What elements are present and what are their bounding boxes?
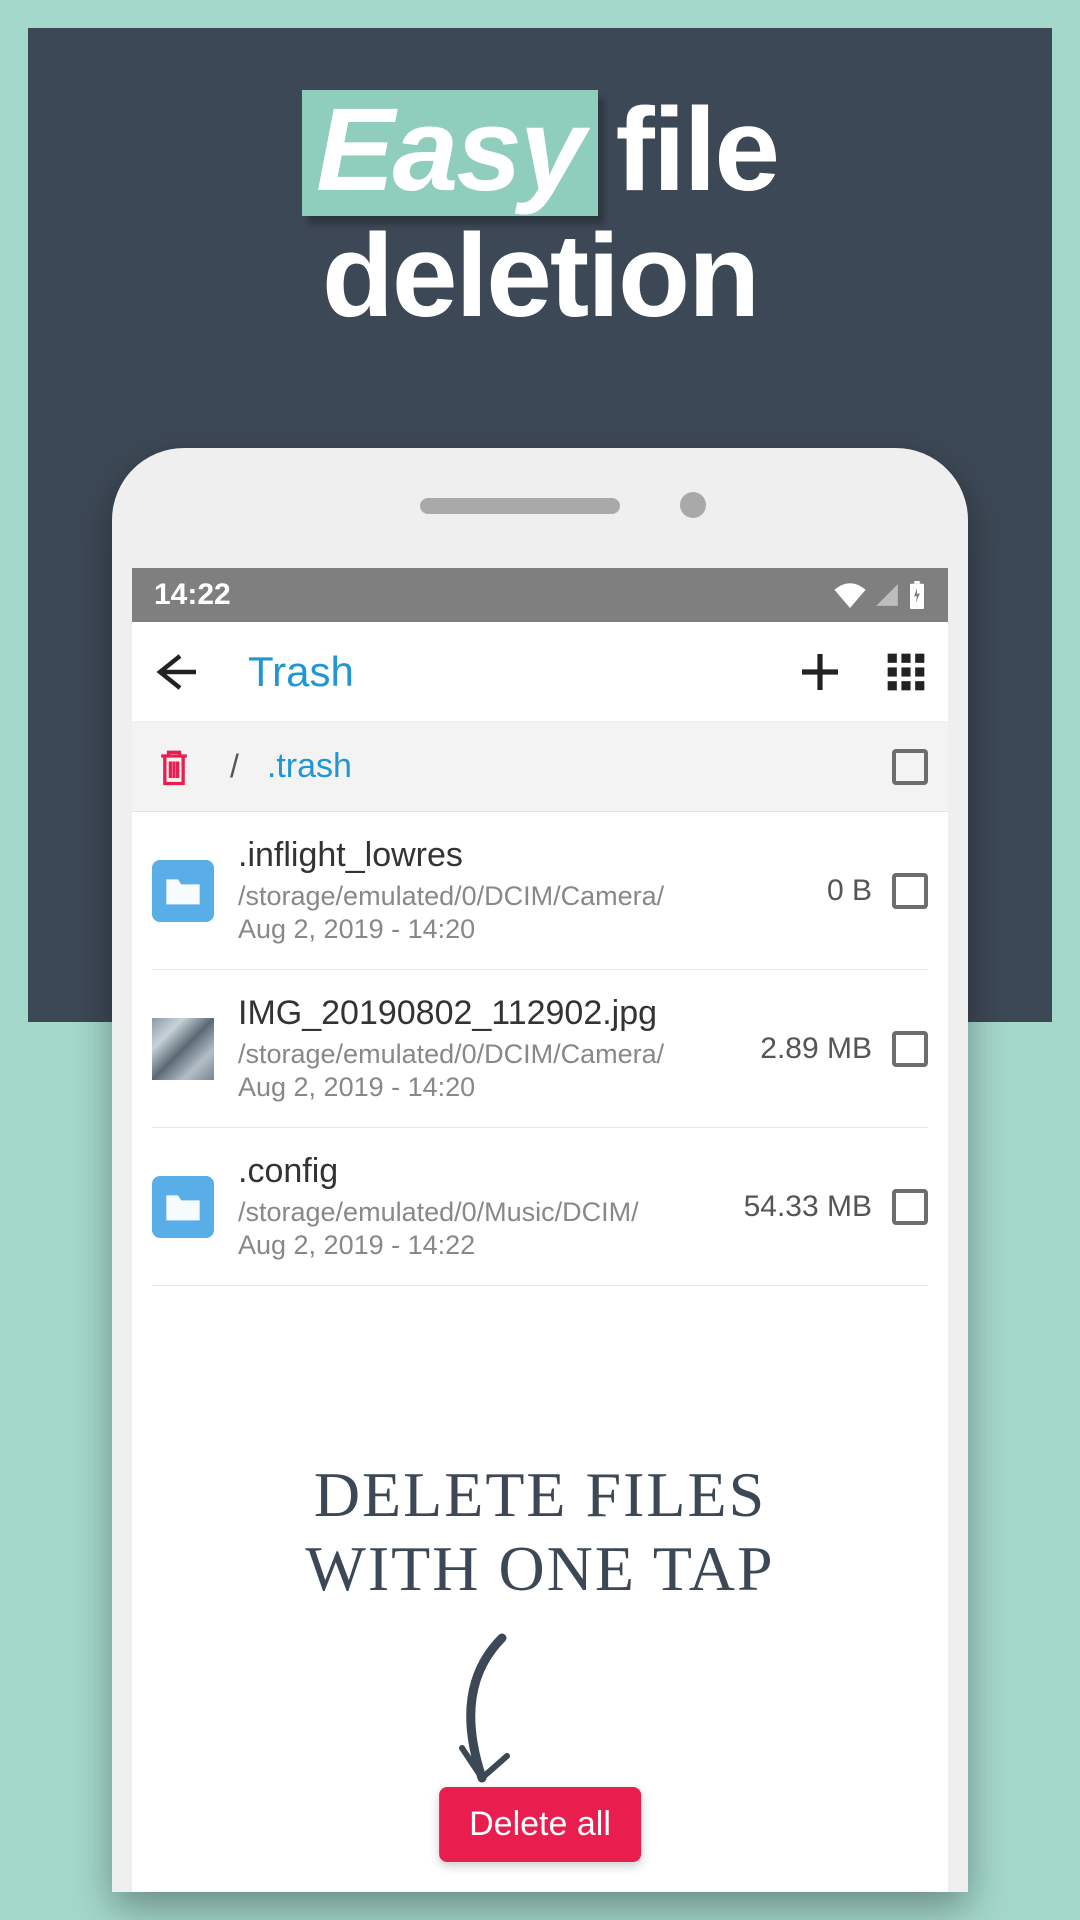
phone-bezel-top bbox=[112, 448, 968, 568]
back-icon[interactable] bbox=[152, 648, 200, 696]
phone-frame: 14:22 Trash bbox=[112, 448, 968, 1892]
breadcrumb-folder[interactable]: .trash bbox=[267, 747, 352, 786]
folder-icon bbox=[152, 1176, 214, 1238]
file-date: Aug 2, 2019 - 14:20 bbox=[238, 1072, 760, 1103]
file-path: /storage/emulated/0/DCIM/Camera/ bbox=[238, 1039, 760, 1070]
file-row[interactable]: .config /storage/emulated/0/Music/DCIM/ … bbox=[152, 1128, 928, 1286]
phone-screen: 14:22 Trash bbox=[132, 568, 948, 1892]
file-list: .inflight_lowres /storage/emulated/0/DCI… bbox=[132, 812, 948, 1286]
file-name: .inflight_lowres bbox=[238, 836, 827, 875]
status-bar: 14:22 bbox=[132, 568, 948, 622]
status-icons bbox=[834, 581, 926, 609]
file-name: IMG_20190802_112902.jpg bbox=[238, 994, 760, 1033]
status-time: 14:22 bbox=[154, 578, 231, 612]
trash-icon[interactable] bbox=[152, 745, 196, 789]
file-checkbox[interactable] bbox=[892, 873, 928, 909]
file-date: Aug 2, 2019 - 14:20 bbox=[238, 914, 827, 945]
image-thumbnail-icon bbox=[152, 1018, 214, 1080]
file-date: Aug 2, 2019 - 14:22 bbox=[238, 1230, 744, 1261]
wifi-icon bbox=[834, 582, 866, 608]
phone-camera bbox=[680, 492, 706, 518]
file-size: 2.89 MB bbox=[760, 1032, 872, 1066]
signal-icon bbox=[874, 582, 900, 608]
add-icon[interactable] bbox=[796, 648, 844, 696]
breadcrumb-separator: / bbox=[230, 748, 239, 785]
app-bar: Trash bbox=[132, 622, 948, 722]
file-path: /storage/emulated/0/Music/DCIM/ bbox=[238, 1197, 744, 1228]
file-row[interactable]: .inflight_lowres /storage/emulated/0/DCI… bbox=[152, 812, 928, 970]
callout-line-2: WITH ONE TAP bbox=[132, 1532, 948, 1606]
app-title: Trash bbox=[248, 648, 354, 696]
file-name: .config bbox=[238, 1152, 744, 1191]
select-all-checkbox[interactable] bbox=[892, 749, 928, 785]
promo-headline: Easyfile deletion bbox=[0, 90, 1080, 337]
callout-line-1: DELETE FILES bbox=[132, 1458, 948, 1532]
grid-view-icon[interactable] bbox=[884, 650, 928, 694]
file-size: 0 B bbox=[827, 874, 872, 908]
arrow-icon bbox=[412, 1628, 552, 1813]
delete-all-button[interactable]: Delete all bbox=[439, 1787, 641, 1862]
headline-easy: Easy bbox=[302, 90, 598, 216]
headline-file: file bbox=[616, 84, 779, 216]
headline-deletion: deletion bbox=[322, 210, 758, 342]
file-checkbox[interactable] bbox=[892, 1189, 928, 1225]
battery-icon bbox=[908, 581, 926, 609]
file-size: 54.33 MB bbox=[744, 1190, 872, 1224]
promo-callout: DELETE FILES WITH ONE TAP bbox=[132, 1458, 948, 1605]
file-row[interactable]: IMG_20190802_112902.jpg /storage/emulate… bbox=[152, 970, 928, 1128]
file-checkbox[interactable] bbox=[892, 1031, 928, 1067]
phone-speaker bbox=[420, 498, 620, 514]
folder-icon bbox=[152, 860, 214, 922]
file-path: /storage/emulated/0/DCIM/Camera/ bbox=[238, 881, 827, 912]
breadcrumb: / .trash bbox=[132, 722, 948, 812]
